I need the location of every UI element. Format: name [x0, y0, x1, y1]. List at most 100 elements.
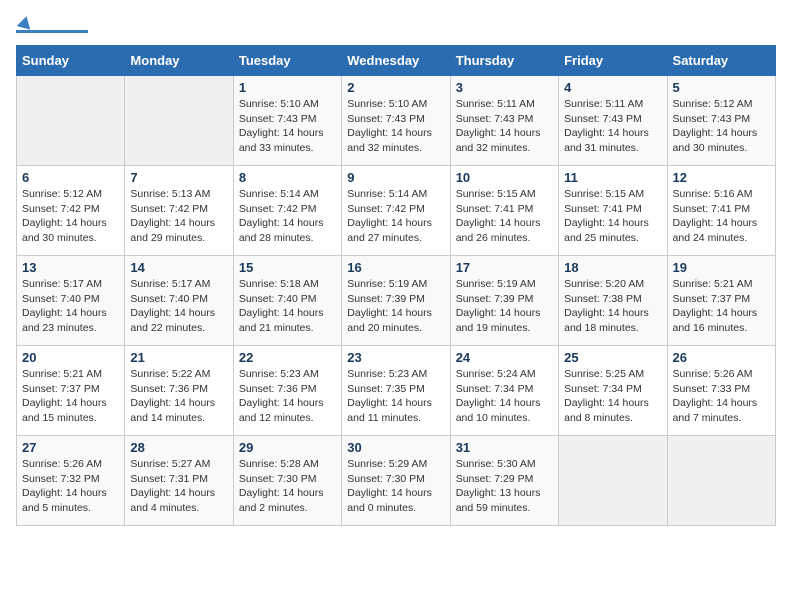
day-number: 13 [22, 260, 119, 275]
day-info: Sunrise: 5:21 AMSunset: 7:37 PMDaylight:… [673, 277, 770, 336]
day-info: Sunrise: 5:19 AMSunset: 7:39 PMDaylight:… [456, 277, 553, 336]
day-number: 27 [22, 440, 119, 455]
calendar-cell: 13 Sunrise: 5:17 AMSunset: 7:40 PMDayligh… [17, 256, 125, 346]
logo-triangle [17, 14, 34, 29]
calendar-cell [667, 436, 775, 526]
calendar-week-4: 20 Sunrise: 5:21 AMSunset: 7:37 PMDayligh… [17, 346, 776, 436]
day-number: 12 [673, 170, 770, 185]
day-info: Sunrise: 5:11 AMSunset: 7:43 PMDaylight:… [456, 97, 553, 156]
day-info: Sunrise: 5:22 AMSunset: 7:36 PMDaylight:… [130, 367, 227, 426]
day-number: 17 [456, 260, 553, 275]
weekday-header-wednesday: Wednesday [342, 46, 450, 76]
logo-underline [16, 30, 88, 33]
calendar-week-2: 6 Sunrise: 5:12 AMSunset: 7:42 PMDaylight… [17, 166, 776, 256]
day-info: Sunrise: 5:20 AMSunset: 7:38 PMDaylight:… [564, 277, 661, 336]
day-number: 23 [347, 350, 444, 365]
calendar-cell: 19 Sunrise: 5:21 AMSunset: 7:37 PMDayligh… [667, 256, 775, 346]
day-number: 19 [673, 260, 770, 275]
day-info: Sunrise: 5:17 AMSunset: 7:40 PMDaylight:… [22, 277, 119, 336]
day-info: Sunrise: 5:14 AMSunset: 7:42 PMDaylight:… [347, 187, 444, 246]
calendar-cell: 30Sunrise: 5:29 AMSunset: 7:30 PMDayligh… [342, 436, 450, 526]
calendar-week-5: 27 Sunrise: 5:26 AMSunset: 7:32 PMDayligh… [17, 436, 776, 526]
day-info: Sunrise: 5:15 AMSunset: 7:41 PMDaylight:… [564, 187, 661, 246]
day-number: 3 [456, 80, 553, 95]
day-number: 18 [564, 260, 661, 275]
calendar-cell: 25 Sunrise: 5:25 AMSunset: 7:34 PMDayligh… [559, 346, 667, 436]
day-info: Sunrise: 5:25 AMSunset: 7:34 PMDaylight:… [564, 367, 661, 426]
calendar-cell: 18 Sunrise: 5:20 AMSunset: 7:38 PMDayligh… [559, 256, 667, 346]
day-number: 7 [130, 170, 227, 185]
calendar-cell: 29 Sunrise: 5:28 AMSunset: 7:30 PMDayligh… [233, 436, 341, 526]
calendar-cell: 23 Sunrise: 5:23 AMSunset: 7:35 PMDayligh… [342, 346, 450, 436]
calendar-cell: 16 Sunrise: 5:19 AMSunset: 7:39 PMDayligh… [342, 256, 450, 346]
day-number: 8 [239, 170, 336, 185]
weekday-header-monday: Monday [125, 46, 233, 76]
day-number: 5 [673, 80, 770, 95]
calendar-cell: 17 Sunrise: 5:19 AMSunset: 7:39 PMDayligh… [450, 256, 558, 346]
calendar-cell [17, 76, 125, 166]
calendar-cell: 9 Sunrise: 5:14 AMSunset: 7:42 PMDaylight… [342, 166, 450, 256]
weekday-header-sunday: Sunday [17, 46, 125, 76]
calendar-cell: 6 Sunrise: 5:12 AMSunset: 7:42 PMDaylight… [17, 166, 125, 256]
day-number: 29 [239, 440, 336, 455]
day-info: Sunrise: 5:30 AMSunset: 7:29 PMDaylight:… [456, 457, 553, 516]
day-number: 9 [347, 170, 444, 185]
day-number: 14 [130, 260, 227, 275]
calendar-cell: 28Sunrise: 5:27 AMSunset: 7:31 PMDayligh… [125, 436, 233, 526]
day-info: Sunrise: 5:18 AMSunset: 7:40 PMDaylight:… [239, 277, 336, 336]
calendar-cell: 27 Sunrise: 5:26 AMSunset: 7:32 PMDayligh… [17, 436, 125, 526]
day-info: Sunrise: 5:12 AMSunset: 7:43 PMDaylight:… [673, 97, 770, 156]
day-number: 1 [239, 80, 336, 95]
day-info: Sunrise: 5:10 AMSunset: 7:43 PMDaylight:… [347, 97, 444, 156]
day-info: Sunrise: 5:23 AMSunset: 7:36 PMDaylight:… [239, 367, 336, 426]
day-info: Sunrise: 5:28 AMSunset: 7:30 PMDaylight:… [239, 457, 336, 516]
calendar-cell: 20 Sunrise: 5:21 AMSunset: 7:37 PMDayligh… [17, 346, 125, 436]
weekday-header-friday: Friday [559, 46, 667, 76]
calendar-cell: 3 Sunrise: 5:11 AMSunset: 7:43 PMDaylight… [450, 76, 558, 166]
calendar-cell: 10Sunrise: 5:15 AMSunset: 7:41 PMDayligh… [450, 166, 558, 256]
calendar-cell: 12 Sunrise: 5:16 AMSunset: 7:41 PMDayligh… [667, 166, 775, 256]
calendar-cell [125, 76, 233, 166]
day-number: 11 [564, 170, 661, 185]
calendar-cell: 7 Sunrise: 5:13 AMSunset: 7:42 PMDaylight… [125, 166, 233, 256]
calendar-cell: 21Sunrise: 5:22 AMSunset: 7:36 PMDayligh… [125, 346, 233, 436]
day-number: 6 [22, 170, 119, 185]
day-number: 24 [456, 350, 553, 365]
day-info: Sunrise: 5:26 AMSunset: 7:33 PMDaylight:… [673, 367, 770, 426]
logo [16, 16, 88, 33]
weekday-header-saturday: Saturday [667, 46, 775, 76]
calendar-cell: 4Sunrise: 5:11 AMSunset: 7:43 PMDaylight… [559, 76, 667, 166]
day-info: Sunrise: 5:13 AMSunset: 7:42 PMDaylight:… [130, 187, 227, 246]
day-info: Sunrise: 5:19 AMSunset: 7:39 PMDaylight:… [347, 277, 444, 336]
calendar-cell: 15 Sunrise: 5:18 AMSunset: 7:40 PMDayligh… [233, 256, 341, 346]
calendar-cell [559, 436, 667, 526]
calendar-week-1: 1 Sunrise: 5:10 AMSunset: 7:43 PMDaylight… [17, 76, 776, 166]
day-info: Sunrise: 5:21 AMSunset: 7:37 PMDaylight:… [22, 367, 119, 426]
day-number: 10 [456, 170, 553, 185]
day-info: Sunrise: 5:24 AMSunset: 7:34 PMDaylight:… [456, 367, 553, 426]
calendar-cell: 2 Sunrise: 5:10 AMSunset: 7:43 PMDaylight… [342, 76, 450, 166]
day-number: 31 [456, 440, 553, 455]
page-header [16, 16, 776, 33]
weekday-header-thursday: Thursday [450, 46, 558, 76]
day-number: 2 [347, 80, 444, 95]
calendar-cell: 22 Sunrise: 5:23 AMSunset: 7:36 PMDayligh… [233, 346, 341, 436]
day-number: 16 [347, 260, 444, 275]
day-number: 20 [22, 350, 119, 365]
day-info: Sunrise: 5:23 AMSunset: 7:35 PMDaylight:… [347, 367, 444, 426]
day-info: Sunrise: 5:29 AMSunset: 7:30 PMDaylight:… [347, 457, 444, 516]
calendar-cell: 24 Sunrise: 5:24 AMSunset: 7:34 PMDayligh… [450, 346, 558, 436]
calendar-cell: 1Sunrise: 5:10 AMSunset: 7:43 PMDaylight… [233, 76, 341, 166]
day-info: Sunrise: 5:17 AMSunset: 7:40 PMDaylight:… [130, 277, 227, 336]
day-info: Sunrise: 5:12 AMSunset: 7:42 PMDaylight:… [22, 187, 119, 246]
calendar-cell: 31 Sunrise: 5:30 AMSunset: 7:29 PMDayligh… [450, 436, 558, 526]
day-number: 15 [239, 260, 336, 275]
day-info: Sunrise: 5:26 AMSunset: 7:32 PMDaylight:… [22, 457, 119, 516]
calendar-cell: 11 Sunrise: 5:15 AMSunset: 7:41 PMDayligh… [559, 166, 667, 256]
calendar-week-3: 13 Sunrise: 5:17 AMSunset: 7:40 PMDayligh… [17, 256, 776, 346]
day-number: 4 [564, 80, 661, 95]
day-number: 26 [673, 350, 770, 365]
day-number: 25 [564, 350, 661, 365]
day-number: 22 [239, 350, 336, 365]
day-info: Sunrise: 5:16 AMSunset: 7:41 PMDaylight:… [673, 187, 770, 246]
